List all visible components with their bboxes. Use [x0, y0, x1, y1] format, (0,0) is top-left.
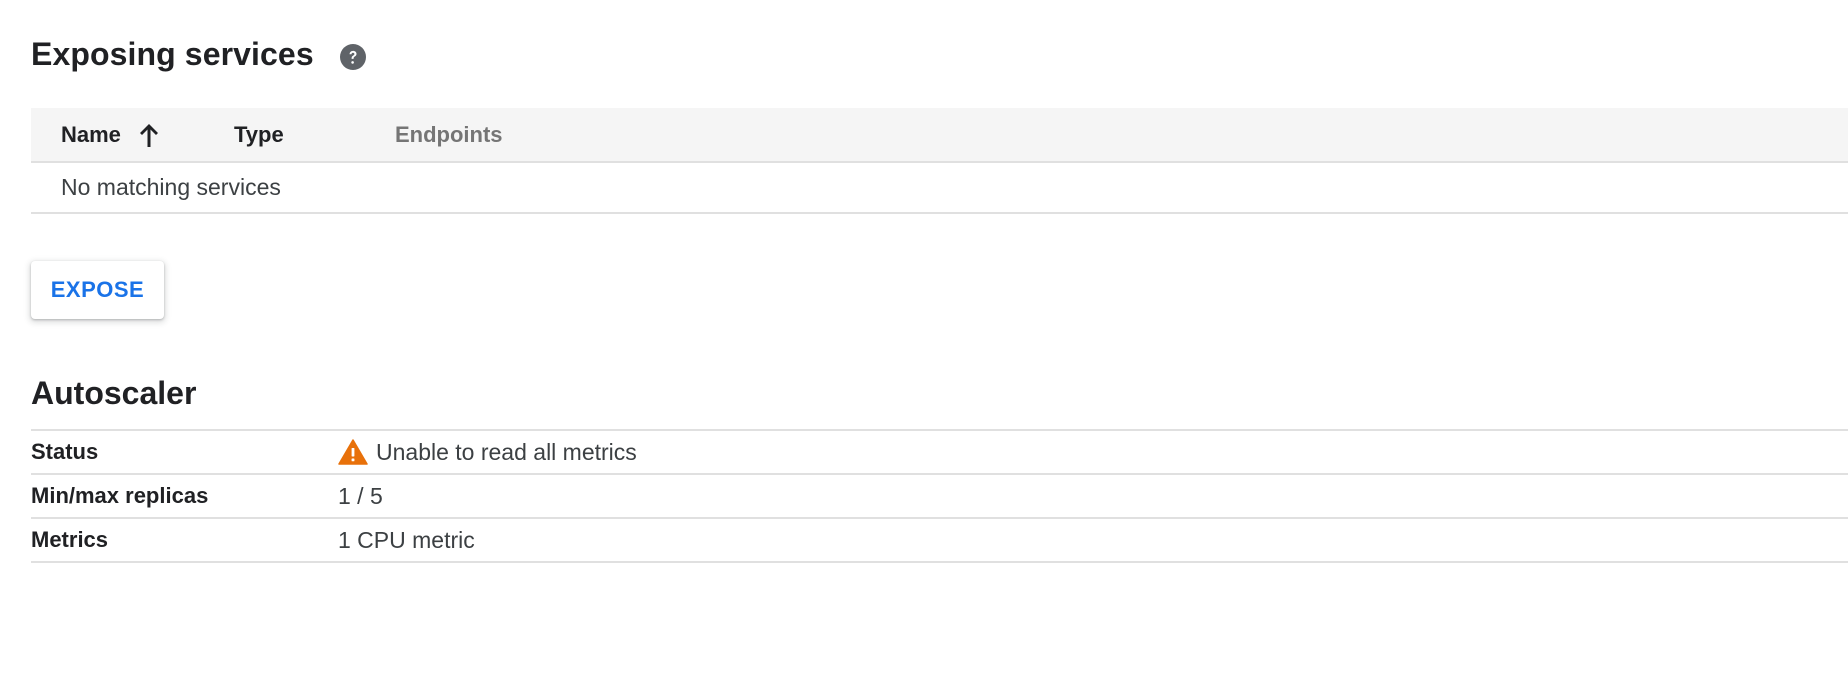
row-value-status: Unable to read all metrics — [338, 439, 637, 466]
column-header-name[interactable]: Name — [61, 108, 161, 161]
status-text: Unable to read all metrics — [376, 438, 637, 465]
row-key-status: Status — [31, 439, 99, 464]
autoscaler-row-replicas: Min/max replicas 1 / 5 — [31, 475, 1848, 519]
services-table: Name Type Endpoints No matching services — [31, 108, 1848, 214]
column-header-type[interactable]: Type — [234, 108, 284, 161]
row-key-metrics: Metrics — [31, 527, 109, 552]
arrow-up-icon[interactable] — [137, 121, 161, 149]
exposing-services-header: Exposing services — [31, 30, 366, 78]
warning-icon — [338, 439, 368, 465]
autoscaler-row-status: Status Unable to read all metrics — [31, 431, 1848, 475]
help-circle-icon[interactable] — [339, 44, 366, 70]
section-title-exposing-services: Exposing services — [31, 35, 314, 72]
autoscaler-details-table: Status Unable to read all metrics Min/ma… — [31, 429, 1848, 563]
empty-state-row: No matching services — [31, 163, 1848, 214]
column-header-endpoints-label: Endpoints — [395, 121, 503, 147]
autoscaler-row-metrics: Metrics 1 CPU metric — [31, 519, 1848, 563]
row-value-replicas: 1 / 5 — [338, 482, 383, 509]
column-header-type-label: Type — [234, 121, 284, 147]
column-header-endpoints: Endpoints — [395, 108, 503, 161]
empty-state-message: No matching services — [61, 174, 281, 200]
page: Exposing services Name Type Endpoints No… — [0, 0, 1848, 688]
column-header-name-label: Name — [61, 121, 121, 147]
row-key-replicas: Min/max replicas — [31, 483, 209, 508]
expose-button[interactable]: EXPOSE — [31, 261, 164, 319]
row-value-metrics: 1 CPU metric — [338, 526, 475, 553]
section-title-autoscaler: Autoscaler — [31, 375, 197, 411]
table-header-row: Name Type Endpoints — [31, 108, 1848, 163]
